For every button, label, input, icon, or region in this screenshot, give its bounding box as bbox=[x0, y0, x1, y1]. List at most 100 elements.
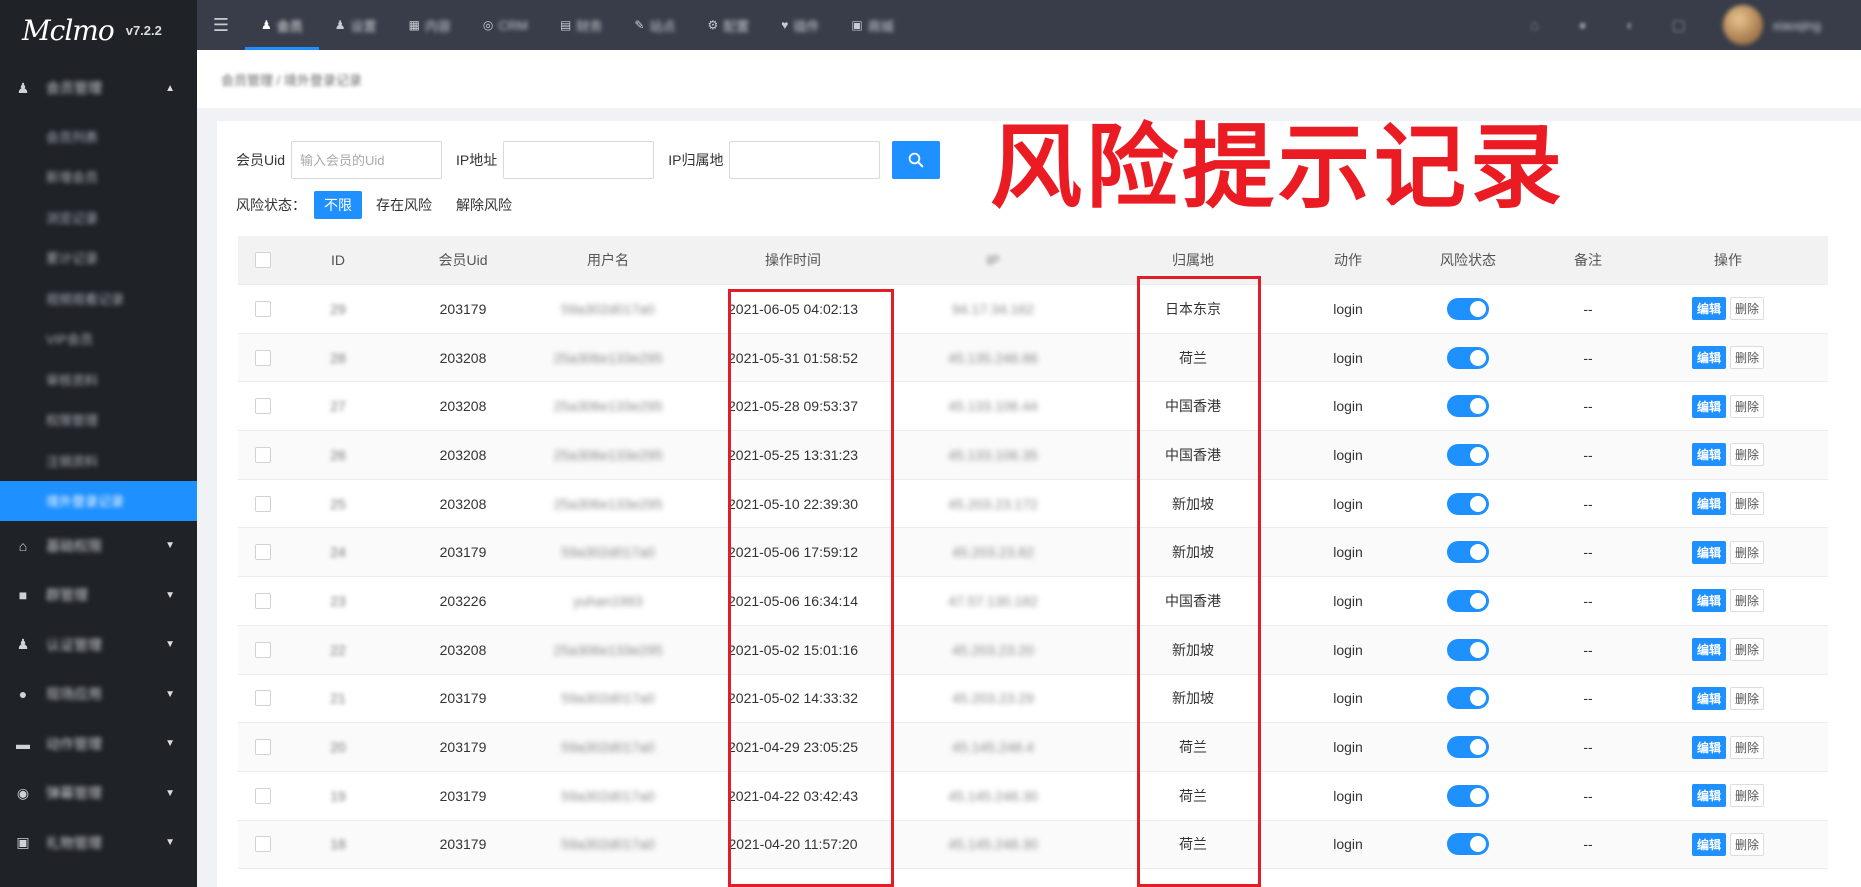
sidebar-subitem[interactable]: 权限管理 bbox=[0, 400, 197, 441]
risk-toggle[interactable] bbox=[1447, 541, 1489, 564]
edit-button[interactable]: 编辑 bbox=[1691, 346, 1726, 370]
cell-id: 29 bbox=[330, 300, 346, 317]
risk-option-at-risk[interactable]: 存在风险 bbox=[366, 191, 442, 219]
risk-toggle[interactable] bbox=[1447, 833, 1489, 856]
sidebar-group-members[interactable]: ♟ 会员管理 ▲ bbox=[0, 60, 197, 116]
delete-button[interactable]: 删除 bbox=[1730, 492, 1765, 516]
sidebar-group[interactable]: ♟ 认证管理 ▼ bbox=[0, 620, 197, 670]
row-checkbox[interactable] bbox=[238, 544, 288, 561]
delete-button[interactable]: 删除 bbox=[1730, 638, 1765, 662]
delete-button[interactable]: 删除 bbox=[1730, 784, 1765, 808]
row-checkbox[interactable] bbox=[238, 787, 288, 804]
sidebar-subitem[interactable]: 浏览记录 bbox=[0, 197, 197, 238]
search-button[interactable] bbox=[892, 141, 941, 179]
top-nav-item[interactable]: ♥ 插件 bbox=[765, 0, 835, 50]
home-icon[interactable]: ⌂ bbox=[1511, 0, 1559, 50]
row-checkbox[interactable] bbox=[238, 641, 288, 658]
select-all-checkbox[interactable] bbox=[238, 252, 288, 268]
row-checkbox[interactable] bbox=[238, 495, 288, 512]
row-checkbox[interactable] bbox=[238, 300, 288, 317]
sidebar-subitem[interactable]: 审核资料 bbox=[0, 359, 197, 400]
row-checkbox[interactable] bbox=[238, 446, 288, 463]
delete-button[interactable]: 删除 bbox=[1730, 443, 1765, 467]
row-checkbox[interactable] bbox=[238, 690, 288, 707]
menu-toggle-icon[interactable]: ☰ bbox=[197, 0, 245, 50]
sidebar-group[interactable]: ● 现场应用 ▼ bbox=[0, 670, 197, 720]
edit-button[interactable]: 编辑 bbox=[1691, 784, 1726, 808]
risk-option-resolved[interactable]: 解除风险 bbox=[446, 191, 522, 219]
sidebar-subitem[interactable]: 视频观看记录 bbox=[0, 278, 197, 319]
top-nav-item[interactable]: ⚙ 配置 bbox=[691, 0, 765, 50]
edit-button[interactable]: 编辑 bbox=[1691, 540, 1726, 564]
delete-button[interactable]: 删除 bbox=[1730, 832, 1765, 856]
top-nav-item[interactable]: ♟ 设置 bbox=[319, 0, 393, 50]
delete-button[interactable]: 删除 bbox=[1730, 394, 1765, 418]
sidebar-subitem[interactable]: VIP会员 bbox=[0, 319, 197, 360]
sidebar-group[interactable]: ■ 群管理 ▼ bbox=[0, 571, 197, 621]
risk-toggle[interactable] bbox=[1447, 443, 1489, 466]
sidebar-group[interactable]: ◉ 弹幕管理 ▼ bbox=[0, 769, 197, 819]
delete-button[interactable]: 删除 bbox=[1730, 686, 1765, 710]
delete-button[interactable]: 删除 bbox=[1730, 735, 1765, 759]
risk-toggle[interactable] bbox=[1447, 638, 1489, 661]
top-nav-item[interactable]: ▤ 财务 bbox=[544, 0, 618, 50]
avatar[interactable] bbox=[1722, 5, 1763, 45]
risk-toggle[interactable] bbox=[1447, 395, 1489, 418]
edit-button[interactable]: 编辑 bbox=[1691, 443, 1726, 467]
edit-button[interactable]: 编辑 bbox=[1691, 832, 1726, 856]
cell-ip: 45.203.23.172 bbox=[948, 495, 1038, 512]
delete-button[interactable]: 删除 bbox=[1730, 346, 1765, 370]
cell-note: -- bbox=[1583, 592, 1593, 609]
row-checkbox[interactable] bbox=[238, 836, 288, 853]
ip-location-input[interactable] bbox=[729, 141, 881, 179]
risk-toggle[interactable] bbox=[1447, 784, 1489, 807]
cell-uid: 203208 bbox=[439, 398, 487, 415]
delete-button[interactable]: 删除 bbox=[1730, 589, 1765, 613]
bell-icon[interactable]: ● bbox=[1559, 0, 1607, 50]
edit-button[interactable]: 编辑 bbox=[1691, 297, 1726, 321]
cell-ip: 47.57.130.182 bbox=[948, 592, 1038, 609]
cell-ops: 编辑 删除 bbox=[1628, 784, 1828, 808]
row-checkbox[interactable] bbox=[238, 398, 288, 415]
edit-button[interactable]: 编辑 bbox=[1691, 589, 1726, 613]
risk-option-all[interactable]: 不限 bbox=[314, 191, 362, 219]
risk-toggle[interactable] bbox=[1447, 346, 1489, 369]
fullscreen-icon[interactable]: ▢ bbox=[1655, 0, 1703, 50]
risk-toggle[interactable] bbox=[1447, 687, 1489, 710]
edit-button[interactable]: 编辑 bbox=[1691, 394, 1726, 418]
user-name[interactable]: xiaoqing bbox=[1773, 18, 1821, 33]
edit-button[interactable]: 编辑 bbox=[1691, 735, 1726, 759]
theme-icon[interactable]: ◐ bbox=[1607, 0, 1655, 50]
sidebar-group[interactable]: ⌂ 基础权限 ▼ bbox=[0, 521, 197, 571]
delete-button[interactable]: 删除 bbox=[1730, 540, 1765, 564]
cell-note: -- bbox=[1583, 787, 1593, 804]
top-nav-item[interactable]: ▦ 内容 bbox=[393, 0, 467, 50]
risk-toggle[interactable] bbox=[1447, 736, 1489, 759]
top-nav-item[interactable]: ✎ 站点 bbox=[618, 0, 691, 50]
row-checkbox[interactable] bbox=[238, 592, 288, 609]
sidebar-subitem[interactable]: 会员列表 bbox=[0, 116, 197, 157]
sidebar-group[interactable]: ▬ 动作管理 ▼ bbox=[0, 719, 197, 769]
row-checkbox[interactable] bbox=[238, 349, 288, 366]
uid-input[interactable] bbox=[291, 141, 443, 179]
sidebar-subitem[interactable]: 累计记录 bbox=[0, 238, 197, 279]
sidebar-subitem[interactable]: 注销资料 bbox=[0, 440, 197, 481]
sidebar-group-label: 基础权限 bbox=[46, 537, 102, 554]
edit-button[interactable]: 编辑 bbox=[1691, 492, 1726, 516]
ip-input[interactable] bbox=[503, 141, 655, 179]
sidebar-group[interactable]: ▣ 礼物管理 ▼ bbox=[0, 818, 197, 868]
sidebar-subitem[interactable]: 境外登录记录 bbox=[0, 480, 197, 521]
table-row: 25 203208 25a306e133e295 2021-05-10 22:39:3… bbox=[238, 480, 1828, 529]
edit-button[interactable]: 编辑 bbox=[1691, 638, 1726, 662]
risk-toggle[interactable] bbox=[1447, 297, 1489, 320]
app-logo[interactable]: Mclmo v7.2.2 bbox=[0, 0, 197, 60]
risk-toggle[interactable] bbox=[1447, 492, 1489, 515]
top-nav-item[interactable]: ♟ 会员 bbox=[245, 0, 319, 50]
delete-button[interactable]: 删除 bbox=[1730, 297, 1765, 321]
row-checkbox[interactable] bbox=[238, 739, 288, 756]
edit-button[interactable]: 编辑 bbox=[1691, 686, 1726, 710]
top-nav-item[interactable]: ◎ CRM bbox=[467, 0, 544, 50]
top-nav-item[interactable]: ▣ 商城 bbox=[835, 0, 909, 50]
sidebar-subitem[interactable]: 新增会员 bbox=[0, 157, 197, 198]
risk-toggle[interactable] bbox=[1447, 589, 1489, 612]
